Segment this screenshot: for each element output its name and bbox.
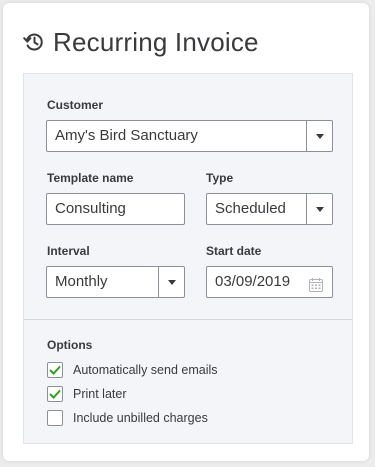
customer-dropdown-button[interactable] [306, 121, 332, 151]
template-name-value: Consulting [55, 200, 126, 217]
checkbox[interactable] [47, 386, 63, 402]
type-label: Type [206, 171, 234, 185]
customer-label: Customer [47, 98, 104, 112]
start-date-input[interactable]: 03/09/2019 [206, 266, 333, 298]
interval-label: Interval [47, 244, 90, 258]
option-include-unbilled-charges[interactable]: Include unbilled charges [47, 408, 208, 428]
chevron-down-icon [315, 206, 324, 212]
start-date-label: Start date [206, 244, 262, 258]
checkbox[interactable] [47, 362, 63, 378]
customer-select[interactable]: Amy's Bird Sanctuary [46, 120, 333, 152]
checkmark-icon [49, 389, 61, 399]
option-print-later[interactable]: Print later [47, 384, 127, 404]
checkmark-icon [49, 365, 61, 375]
calendar-icon[interactable] [308, 274, 324, 292]
option-label: Print later [73, 387, 127, 401]
option-label: Include unbilled charges [73, 411, 208, 425]
option-auto-send-emails[interactable]: Automatically send emails [47, 360, 218, 380]
dialog-title: Recurring Invoice [53, 26, 259, 57]
form-panel: Customer Amy's Bird Sanctuary Template n… [23, 73, 353, 444]
chevron-down-icon [315, 133, 324, 139]
checkbox[interactable] [47, 410, 63, 426]
chevron-down-icon [167, 279, 176, 285]
recurring-invoice-card: Recurring Invoice Customer Amy's Bird Sa… [3, 3, 369, 461]
type-value: Scheduled [215, 200, 286, 217]
start-date-value: 03/09/2019 [215, 273, 291, 290]
type-dropdown-button[interactable] [306, 194, 332, 224]
template-name-label: Template name [47, 171, 134, 185]
interval-dropdown-button[interactable] [158, 267, 184, 297]
option-label: Automatically send emails [73, 363, 218, 377]
options-label: Options [47, 338, 93, 352]
dialog-header: Recurring Invoice [23, 25, 259, 59]
section-divider [24, 319, 352, 320]
interval-select[interactable]: Monthly [46, 266, 185, 298]
history-clock-icon [23, 31, 45, 53]
interval-value: Monthly [55, 273, 108, 290]
type-select[interactable]: Scheduled [206, 193, 333, 225]
template-name-input[interactable]: Consulting [46, 193, 185, 225]
customer-value: Amy's Bird Sanctuary [55, 127, 198, 144]
